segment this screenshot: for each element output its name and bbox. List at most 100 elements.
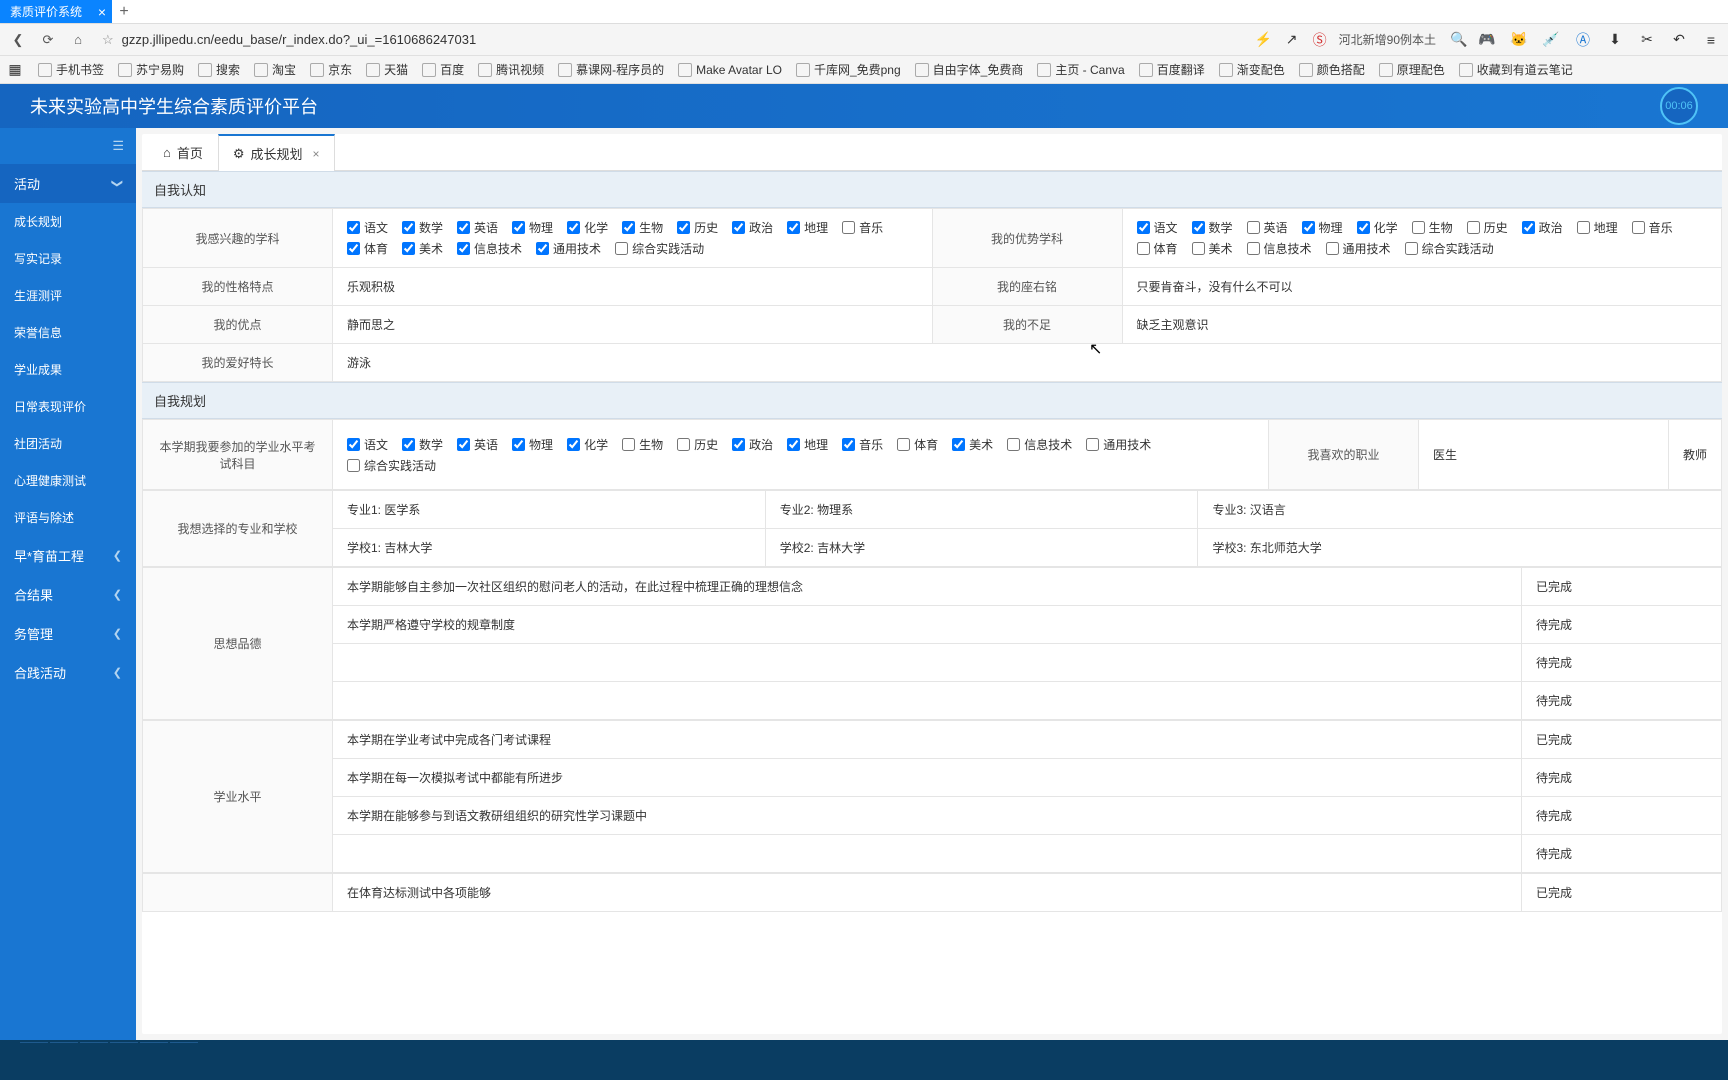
close-icon[interactable]: × bbox=[313, 147, 320, 161]
checkbox-input[interactable] bbox=[787, 221, 800, 234]
subject-checkbox[interactable]: 历史 bbox=[1467, 219, 1508, 236]
checkbox-input[interactable] bbox=[1412, 221, 1425, 234]
plan-text[interactable]: 本学期在学业考试中完成各门考试课程 bbox=[333, 721, 1522, 759]
subject-checkbox[interactable]: 政治 bbox=[1522, 219, 1563, 236]
checkbox-input[interactable] bbox=[622, 438, 635, 451]
value-hobby[interactable]: 游泳 bbox=[333, 344, 1722, 382]
bookmark-item[interactable]: 百度 bbox=[422, 61, 464, 78]
bookmark-item[interactable]: 自由字体_免费商 bbox=[915, 61, 1024, 78]
new-tab-button[interactable]: + bbox=[112, 3, 136, 21]
taskbar-item[interactable] bbox=[20, 1042, 48, 1078]
bookmark-item[interactable]: 淘宝 bbox=[254, 61, 296, 78]
bookmark-item[interactable]: 原理配色 bbox=[1379, 61, 1445, 78]
checkbox-input[interactable] bbox=[347, 459, 360, 472]
back-button[interactable]: ❮ bbox=[8, 30, 28, 50]
bookmark-item[interactable]: 渐变配色 bbox=[1219, 61, 1285, 78]
subject-checkbox[interactable]: 音乐 bbox=[842, 436, 883, 453]
tab-home[interactable]: ⌂ 首页 bbox=[148, 134, 218, 170]
checkbox-input[interactable] bbox=[536, 242, 549, 255]
subject-checkbox[interactable]: 化学 bbox=[567, 436, 608, 453]
sidebar-item[interactable]: 评语与除述 bbox=[0, 499, 136, 536]
checkbox-input[interactable] bbox=[347, 242, 360, 255]
checkbox-input[interactable] bbox=[1086, 438, 1099, 451]
sidebar-group[interactable]: 早*育苗工程❮ bbox=[0, 536, 136, 575]
value-motto[interactable]: 只要肯奋斗，没有什么不可以 bbox=[1122, 268, 1722, 306]
open-icon[interactable]: ↗ bbox=[1283, 31, 1301, 49]
subject-checkbox[interactable]: 通用技术 bbox=[1086, 436, 1151, 453]
plan-text[interactable]: 本学期能够自主参加一次社区组织的慰问老人的活动，在此过程中梳理正确的理想信念 bbox=[333, 568, 1522, 606]
subject-checkbox[interactable]: 美术 bbox=[1192, 240, 1233, 257]
sidebar-group[interactable]: 务管理❮ bbox=[0, 614, 136, 653]
subject-checkbox[interactable]: 生物 bbox=[622, 219, 663, 236]
sidebar-item[interactable]: 社团活动 bbox=[0, 425, 136, 462]
checkbox-input[interactable] bbox=[732, 221, 745, 234]
subject-checkbox[interactable]: 体育 bbox=[897, 436, 938, 453]
subject-checkbox[interactable]: 化学 bbox=[567, 219, 608, 236]
subject-checkbox[interactable]: 历史 bbox=[677, 436, 718, 453]
subject-checkbox[interactable]: 信息技术 bbox=[1247, 240, 1312, 257]
major1[interactable]: 医学系 bbox=[384, 503, 420, 517]
checkbox-input[interactable] bbox=[567, 438, 580, 451]
close-icon[interactable]: × bbox=[98, 4, 106, 20]
checkbox-input[interactable] bbox=[952, 438, 965, 451]
content-scroll[interactable]: 自我认知 我感兴趣的学科 语文数学英语物理化学生物历史政治地理音乐体育美术信息技… bbox=[142, 171, 1722, 1034]
bookmark-item[interactable]: 搜索 bbox=[198, 61, 240, 78]
subject-checkbox[interactable]: 地理 bbox=[787, 219, 828, 236]
refresh-button[interactable]: ⟳ bbox=[38, 30, 58, 50]
subject-checkbox[interactable]: 数学 bbox=[1192, 219, 1233, 236]
checkbox-input[interactable] bbox=[402, 438, 415, 451]
plan-text[interactable] bbox=[333, 644, 1522, 682]
checkbox-input[interactable] bbox=[1405, 242, 1418, 255]
subject-checkbox[interactable]: 体育 bbox=[347, 240, 388, 257]
sidebar-item[interactable]: 写实记录 bbox=[0, 240, 136, 277]
subject-checkbox[interactable]: 生物 bbox=[622, 436, 663, 453]
school2[interactable]: 吉林大学 bbox=[817, 541, 865, 555]
checkbox-input[interactable] bbox=[622, 221, 635, 234]
taskbar-item[interactable] bbox=[140, 1042, 168, 1078]
sidebar-group-activity[interactable]: 活动 ❯ bbox=[0, 164, 136, 203]
url-input[interactable]: gzzp.jllipedu.cn/eedu_base/r_index.do?_u… bbox=[122, 32, 1241, 47]
school3[interactable]: 东北师范大学 bbox=[1250, 541, 1322, 555]
bookmark-item[interactable]: 主页 - Canva bbox=[1037, 61, 1124, 78]
subject-checkbox[interactable]: 英语 bbox=[457, 436, 498, 453]
checkbox-input[interactable] bbox=[457, 221, 470, 234]
value-strength[interactable]: 静而思之 bbox=[333, 306, 933, 344]
checkbox-input[interactable] bbox=[1632, 221, 1645, 234]
subject-checkbox[interactable]: 体育 bbox=[1137, 240, 1178, 257]
subject-checkbox[interactable]: 数学 bbox=[402, 436, 443, 453]
plan-status[interactable]: 已完成 bbox=[1522, 568, 1722, 606]
checkbox-input[interactable] bbox=[677, 438, 690, 451]
checkbox-input[interactable] bbox=[1247, 221, 1260, 234]
checkbox-input[interactable] bbox=[1247, 242, 1260, 255]
subject-checkbox[interactable]: 通用技术 bbox=[536, 240, 601, 257]
checkbox-input[interactable] bbox=[402, 221, 415, 234]
tab-growth-plan[interactable]: ⚙ 成长规划 × bbox=[218, 134, 335, 171]
checkbox-input[interactable] bbox=[512, 221, 525, 234]
checkbox-input[interactable] bbox=[1577, 221, 1590, 234]
bookmark-item[interactable]: 颜色搭配 bbox=[1299, 61, 1365, 78]
browser-tab[interactable]: 素质评价系统 × bbox=[0, 0, 112, 23]
subject-checkbox[interactable]: 语文 bbox=[347, 219, 388, 236]
subject-checkbox[interactable]: 生物 bbox=[1412, 219, 1453, 236]
sidebar-item[interactable]: 日常表现评价 bbox=[0, 388, 136, 425]
subject-checkbox[interactable]: 地理 bbox=[787, 436, 828, 453]
taskbar-item[interactable] bbox=[110, 1042, 138, 1078]
home-button[interactable]: ⌂ bbox=[68, 30, 88, 50]
search-hint[interactable]: 河北新增90例本土 bbox=[1339, 31, 1436, 48]
checkbox-input[interactable] bbox=[842, 221, 855, 234]
major2[interactable]: 物理系 bbox=[817, 503, 853, 517]
sidebar-item[interactable]: 学业成果 bbox=[0, 351, 136, 388]
bookmark-item[interactable]: 收藏到有道云笔记 bbox=[1459, 61, 1573, 78]
bookmark-item[interactable]: 千库网_免费png bbox=[796, 61, 901, 78]
plan-text[interactable]: 本学期严格遵守学校的规章制度 bbox=[333, 606, 1522, 644]
subject-checkbox[interactable]: 历史 bbox=[677, 219, 718, 236]
subject-checkbox[interactable]: 通用技术 bbox=[1326, 240, 1391, 257]
plan-status[interactable]: 待完成 bbox=[1522, 682, 1722, 720]
subject-checkbox[interactable]: 音乐 bbox=[842, 219, 883, 236]
checkbox-input[interactable] bbox=[677, 221, 690, 234]
checkbox-input[interactable] bbox=[1467, 221, 1480, 234]
taskbar-item[interactable] bbox=[50, 1042, 78, 1078]
sidebar-item[interactable]: 荣誉信息 bbox=[0, 314, 136, 351]
subject-checkbox[interactable]: 政治 bbox=[732, 219, 773, 236]
bookmark-item[interactable]: 苏宁易购 bbox=[118, 61, 184, 78]
